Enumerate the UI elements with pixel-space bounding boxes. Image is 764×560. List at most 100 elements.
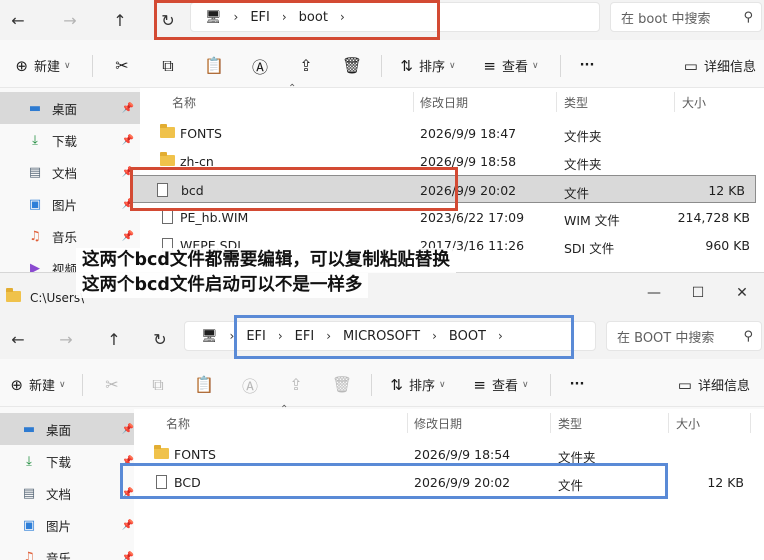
search-input[interactable]: 在 boot 中搜索 ⚲ — [610, 2, 762, 32]
pin-icon[interactable]: 📌 — [122, 520, 134, 531]
column-header-row: ⌃ 名称 修改日期 类型 大小 — [134, 404, 764, 435]
share-icon[interactable]: ⇪ — [273, 369, 319, 401]
breadcrumb-efi[interactable]: EFI — [238, 329, 274, 344]
copy-icon[interactable]: ⧉ — [145, 50, 191, 82]
details-pane-button[interactable]: ▭ 详细信息 — [678, 369, 750, 401]
chevron-right-icon[interactable]: › — [226, 329, 239, 343]
sidebar-item-documents[interactable]: ▤ 文档 📌 — [0, 477, 140, 509]
maximize-icon[interactable]: ☐ — [676, 279, 720, 307]
copy-icon[interactable]: ⧉ — [135, 369, 181, 401]
address-bar[interactable]: 🖥 › EFI › EFI › MICROSOFT › BOOT › — [184, 321, 596, 351]
breadcrumb-efi[interactable]: EFI — [242, 10, 278, 25]
table-row-selected[interactable]: bcd 2026/9/9 20:02 文件 12 KB — [132, 175, 756, 203]
column-header-name[interactable]: 名称 — [172, 94, 196, 111]
sort-button[interactable]: ⇅ 排序 ∨ — [378, 369, 458, 401]
column-header-size[interactable]: 大小 — [682, 94, 706, 111]
chevron-right-icon[interactable]: › — [278, 10, 291, 24]
column-divider[interactable] — [674, 92, 675, 112]
back-arrow-icon[interactable]: ← — [0, 325, 36, 353]
column-header-type[interactable]: 类型 — [558, 415, 582, 432]
forward-arrow-icon[interactable]: → — [48, 325, 84, 353]
breadcrumb-boot[interactable]: boot — [291, 10, 336, 25]
refresh-icon[interactable]: ↻ — [150, 6, 186, 34]
details-pane-icon: ▭ — [683, 56, 698, 75]
pin-icon[interactable]: 📌 — [122, 456, 134, 467]
search-placeholder: 在 BOOT 中搜索 — [617, 330, 715, 346]
breadcrumb-microsoft[interactable]: MICROSOFT — [335, 329, 428, 344]
column-divider[interactable] — [668, 413, 669, 433]
sidebar-item-desktop[interactable]: ▬ 桌面 📌 — [0, 413, 140, 445]
column-divider[interactable] — [413, 92, 414, 112]
column-header-date[interactable]: 修改日期 — [414, 415, 462, 432]
column-header-name[interactable]: 名称 — [166, 415, 190, 432]
computer-icon[interactable]: 🖥 — [191, 10, 230, 25]
breadcrumb-efi-sub[interactable]: EFI — [287, 329, 323, 344]
sidebar-item-documents[interactable]: ▤ 文档 📌 — [0, 156, 140, 188]
rename-icon[interactable]: Ⓐ — [237, 50, 283, 82]
column-header-date[interactable]: 修改日期 — [420, 94, 468, 111]
column-header-size[interactable]: 大小 — [676, 415, 700, 432]
new-button[interactable]: ⊕ 新建 ∨ — [0, 369, 76, 401]
chevron-right-icon[interactable]: › — [428, 329, 441, 343]
back-arrow-icon[interactable]: ← — [0, 6, 36, 34]
rename-icon[interactable]: Ⓐ — [227, 369, 273, 401]
pin-icon[interactable]: 📌 — [122, 103, 134, 114]
close-icon[interactable]: ✕ — [720, 279, 764, 307]
chevron-right-icon[interactable]: › — [336, 10, 349, 24]
column-divider[interactable] — [407, 413, 408, 433]
sidebar-item-pictures[interactable]: ▣ 图片 📌 — [0, 188, 140, 220]
refresh-icon[interactable]: ↻ — [142, 325, 178, 353]
sort-button[interactable]: ⇅ 排序 ∨ — [388, 50, 468, 82]
paste-icon[interactable]: 📋 — [181, 369, 227, 401]
share-icon[interactable]: ⇪ — [283, 50, 329, 82]
table-row[interactable]: FONTS 2026/9/9 18:54 文件夹 — [134, 440, 764, 468]
table-row[interactable]: PE_hb.WIM 2023/6/22 17:09 WIM 文件 214,728… — [140, 203, 764, 231]
pin-icon[interactable]: 📌 — [122, 488, 134, 499]
new-button-label: 新建 — [28, 379, 55, 394]
paste-icon[interactable]: 📋 — [191, 50, 237, 82]
column-divider[interactable] — [556, 92, 557, 112]
new-button[interactable]: ⊕ 新建 ∨ — [0, 50, 86, 82]
table-row[interactable]: zh-cn 2026/9/9 18:58 文件夹 — [140, 147, 764, 175]
table-row[interactable]: BCD 2026/9/9 20:02 文件 12 KB — [134, 468, 764, 496]
sidebar-item-pictures[interactable]: ▣ 图片 📌 — [0, 509, 140, 541]
download-icon: ⤓ — [32, 132, 38, 148]
breadcrumb-boot[interactable]: BOOT — [441, 329, 494, 344]
pin-icon[interactable]: 📌 — [122, 231, 134, 242]
column-divider[interactable] — [750, 413, 751, 433]
sidebar-item-downloads[interactable]: ⤓ 下载 📌 — [0, 445, 140, 477]
cut-icon[interactable]: ✂ — [99, 50, 145, 82]
sidebar-item-label: 文档 — [52, 165, 78, 181]
up-arrow-icon[interactable]: ↑ — [96, 325, 132, 353]
minimize-icon[interactable]: — — [632, 279, 676, 307]
cut-icon[interactable]: ✂ — [89, 369, 135, 401]
chevron-right-icon[interactable]: › — [230, 10, 243, 24]
chevron-right-icon[interactable]: › — [322, 329, 335, 343]
view-button[interactable]: ≡ 查看 ∨ — [468, 50, 554, 82]
computer-icon[interactable]: 🖥 — [185, 329, 226, 344]
column-header-type[interactable]: 类型 — [564, 94, 588, 111]
sidebar-item-downloads[interactable]: ⤓ 下载 📌 — [0, 124, 140, 156]
forward-arrow-icon[interactable]: → — [52, 6, 88, 34]
delete-icon[interactable]: 🗑 — [329, 50, 375, 82]
annotation-line-1: 这两个bcd文件都需要编辑，可以复制粘贴替换 — [76, 248, 456, 273]
pin-icon[interactable]: 📌 — [122, 552, 134, 560]
delete-icon[interactable]: 🗑 — [319, 369, 365, 401]
more-options-button[interactable]: ··· — [557, 369, 597, 401]
view-button[interactable]: ≡ 查看 ∨ — [458, 369, 544, 401]
chevron-down-icon: ∨ — [449, 60, 456, 71]
chevron-right-icon[interactable]: › — [494, 329, 507, 343]
pin-icon[interactable]: 📌 — [122, 135, 134, 146]
address-bar[interactable]: 🖥 › EFI › boot › — [190, 2, 600, 32]
file-type: 文件夹 — [564, 129, 602, 144]
column-divider[interactable] — [550, 413, 551, 433]
pin-icon[interactable]: 📌 — [122, 424, 134, 435]
more-options-button[interactable]: ··· — [567, 50, 607, 82]
search-input[interactable]: 在 BOOT 中搜索 ⚲ — [606, 321, 762, 351]
chevron-right-icon[interactable]: › — [274, 329, 287, 343]
details-pane-button[interactable]: ▭ 详细信息 — [684, 50, 756, 82]
up-arrow-icon[interactable]: ↑ — [102, 6, 138, 34]
sidebar-item-music[interactable]: ♫ 音乐 📌 — [0, 541, 140, 560]
table-row[interactable]: FONTS 2026/9/9 18:47 文件夹 — [140, 119, 764, 147]
sidebar-item-desktop[interactable]: ▬ 桌面 📌 — [0, 92, 140, 124]
